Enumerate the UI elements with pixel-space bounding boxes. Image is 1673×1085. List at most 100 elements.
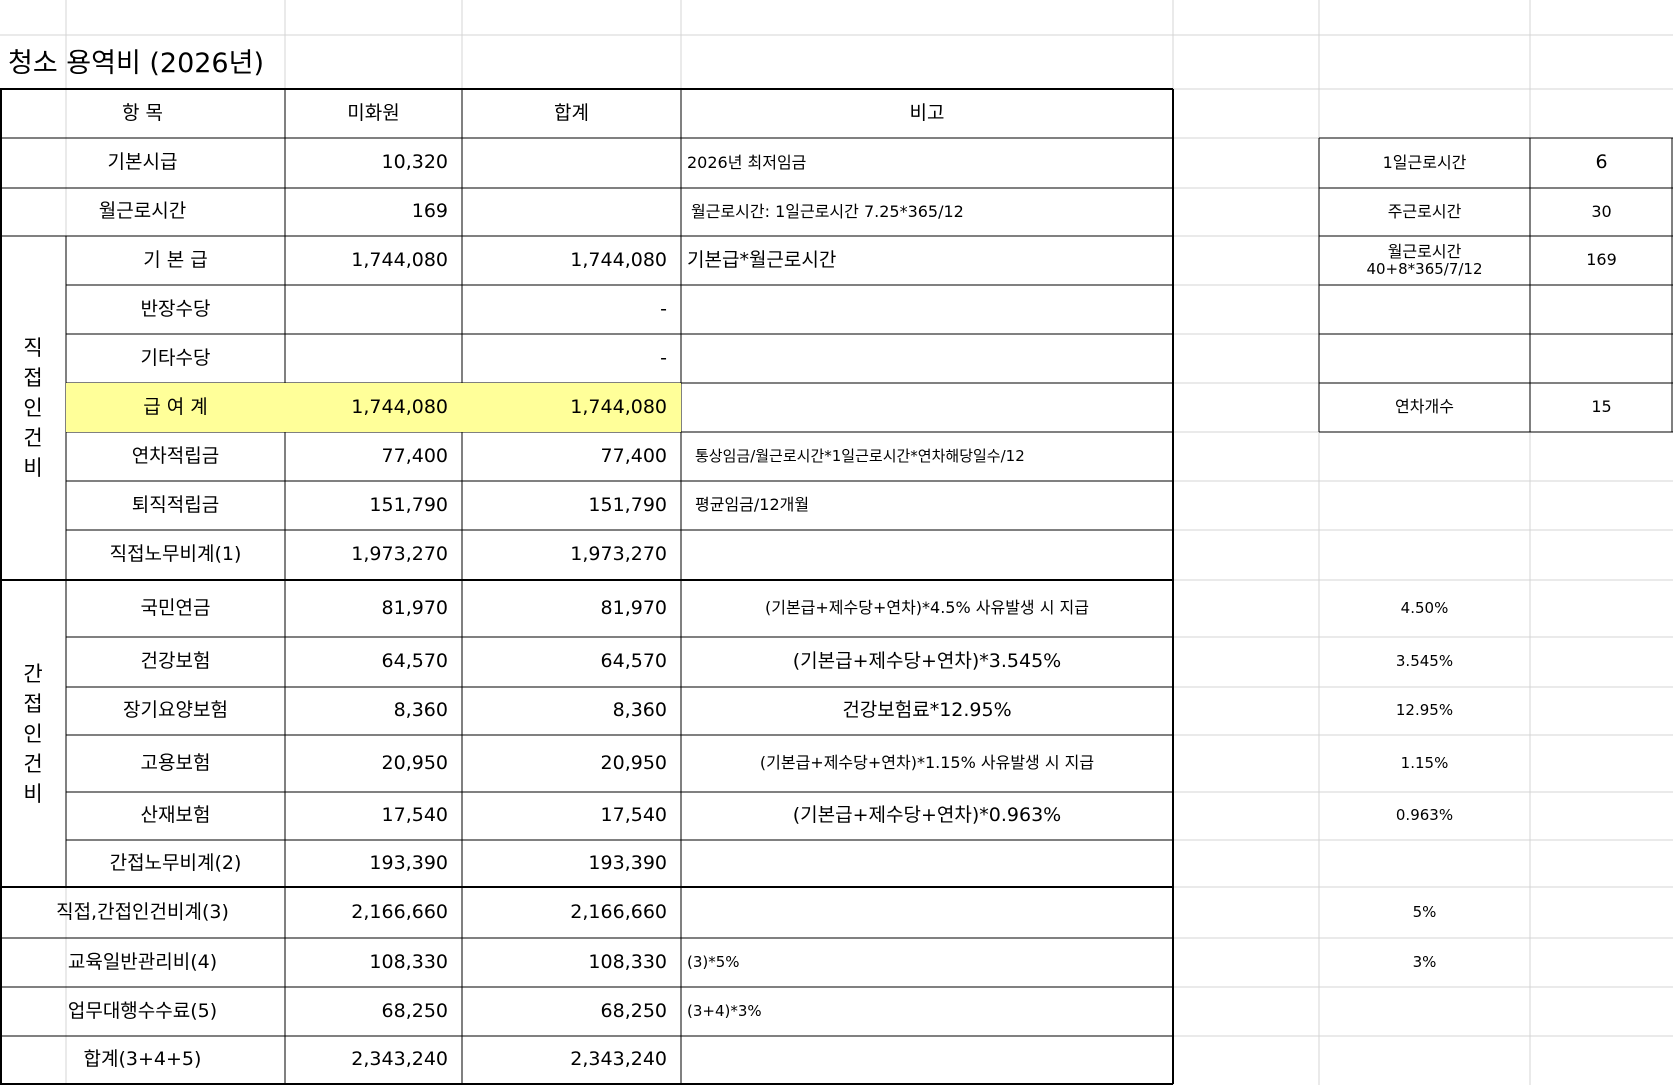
- cell-amount-monthly-hours[interactable]: 169: [285, 188, 462, 236]
- side-label-monthly-hours-title: 월근로시간: [1387, 242, 1462, 262]
- cell-amount-agency-fee[interactable]: 68,250: [285, 987, 462, 1036]
- rate-longterm-care[interactable]: 12.95%: [1319, 687, 1530, 735]
- side-value-daily-hours[interactable]: 6: [1530, 138, 1673, 188]
- group-label-direct-labor: 직 접 인 건 비: [0, 236, 66, 580]
- cell-note-leader-allowance[interactable]: [681, 285, 1173, 334]
- cell-total-salary-total[interactable]: 1,744,080: [462, 383, 681, 432]
- row-label-longterm-care: 장기요양보험: [123, 699, 228, 722]
- cell-note-pension[interactable]: (기본급+제수당+연차)*4.5% 사유발생 시 지급: [681, 580, 1173, 637]
- cell-total-monthly-hours[interactable]: [462, 188, 681, 236]
- cell-total-severance[interactable]: 151,790: [462, 481, 681, 530]
- cell-note-health[interactable]: (기본급+제수당+연차)*3.545%: [681, 637, 1173, 687]
- cell-amount-industrial[interactable]: 17,540: [285, 792, 462, 840]
- cell-note-indirect-total[interactable]: [681, 840, 1173, 887]
- row-label-health: 건강보험: [140, 650, 211, 673]
- side-label-monthly-hours: 월근로시간 40+8*365/7/12: [1319, 236, 1530, 285]
- row-label-direct-total: 직접노무비계(1): [109, 543, 242, 566]
- cell-amount-employment[interactable]: 20,950: [285, 735, 462, 792]
- cell-note-monthly-hours[interactable]: 월근로시간: 1일근로시간 7.25*365/12: [681, 188, 1173, 236]
- header-item: 항 목: [122, 101, 163, 124]
- side-label-daily-hours: 1일근로시간: [1382, 152, 1467, 172]
- row-label-leader-allowance: 반장수당: [140, 297, 211, 320]
- cell-amount-grand-total[interactable]: 2,343,240: [285, 1036, 462, 1084]
- sheet-title: 청소 용역비 (2026년): [8, 48, 264, 80]
- row-label-salary-total: 급 여 계: [66, 383, 285, 432]
- cell-total-admin[interactable]: 108,330: [462, 938, 681, 987]
- group-label-indirect-labor: 간 접 인 건 비: [0, 580, 66, 887]
- cell-amount-pension[interactable]: 81,970: [285, 580, 462, 637]
- cell-amount-other-allowance[interactable]: [285, 334, 462, 383]
- rate-industrial[interactable]: 0.963%: [1319, 792, 1530, 840]
- cell-total-industrial[interactable]: 17,540: [462, 792, 681, 840]
- cell-amount-severance[interactable]: 151,790: [285, 481, 462, 530]
- cell-amount-base-pay[interactable]: 1,744,080: [285, 236, 462, 285]
- row-label-industrial: 산재보험: [140, 804, 211, 827]
- cell-note-other-allowance[interactable]: [681, 334, 1173, 383]
- cell-note-base-pay[interactable]: 기본급*월근로시간: [681, 236, 1173, 285]
- cell-total-longterm-care[interactable]: 8,360: [462, 687, 681, 735]
- rate-admin[interactable]: 3%: [1319, 938, 1530, 987]
- cell-total-other-allowance[interactable]: -: [462, 334, 681, 383]
- row-label-hourly-wage: 기본시급: [107, 151, 178, 174]
- cell-amount-annual-leave[interactable]: 77,400: [285, 432, 462, 481]
- row-label-employment: 고용보험: [140, 751, 211, 774]
- row-label-other-allowance: 기타수당: [140, 346, 211, 369]
- side-value-weekly-hours[interactable]: 30: [1530, 188, 1673, 236]
- cell-note-hourly-wage[interactable]: 2026년 최저임금: [681, 138, 1173, 188]
- cell-note-severance[interactable]: 평균임금/12개월: [681, 481, 1173, 530]
- group-label-direct-text: 직 접 인 건 비: [23, 336, 43, 480]
- cell-amount-salary-total[interactable]: 1,744,080: [285, 383, 462, 432]
- row-label-agency-fee: 업무대행수수료(5): [67, 999, 218, 1022]
- cell-amount-indirect-total[interactable]: 193,390: [285, 840, 462, 887]
- side-label-leave-count: 연차개수: [1395, 397, 1454, 417]
- cell-total-base-pay[interactable]: 1,744,080: [462, 236, 681, 285]
- cell-note-labor-total[interactable]: [681, 887, 1173, 938]
- header-amount: 미화원: [347, 101, 400, 124]
- cell-total-employment[interactable]: 20,950: [462, 735, 681, 792]
- rate-pension[interactable]: 4.50%: [1319, 580, 1530, 637]
- rate-employment[interactable]: 1.15%: [1319, 735, 1530, 792]
- cell-total-leader-allowance[interactable]: -: [462, 285, 681, 334]
- cell-total-indirect-total[interactable]: 193,390: [462, 840, 681, 887]
- cell-note-direct-total[interactable]: [681, 530, 1173, 580]
- cell-note-employment[interactable]: (기본급+제수당+연차)*1.15% 사유발생 시 지급: [681, 735, 1173, 792]
- cell-amount-hourly-wage[interactable]: 10,320: [285, 138, 462, 188]
- rate-health[interactable]: 3.545%: [1319, 637, 1530, 687]
- rate-labor-total[interactable]: 5%: [1319, 887, 1530, 938]
- cell-note-grand-total[interactable]: [681, 1036, 1173, 1084]
- row-label-monthly-hours: 월근로시간: [98, 200, 187, 223]
- cell-note-salary-total[interactable]: [681, 383, 1173, 432]
- side-value-leave-count[interactable]: 15: [1530, 383, 1673, 432]
- row-label-admin: 교육일반관리비(4): [67, 950, 218, 973]
- cell-amount-direct-total[interactable]: 1,973,270: [285, 530, 462, 580]
- cell-total-health[interactable]: 64,570: [462, 637, 681, 687]
- row-label-pension: 국민연금: [140, 596, 211, 619]
- cell-amount-longterm-care[interactable]: 8,360: [285, 687, 462, 735]
- side-label-weekly-hours: 주근로시간: [1387, 201, 1462, 221]
- cell-amount-leader-allowance[interactable]: [285, 285, 462, 334]
- row-label-labor-total: 직접,간접인건비계(3): [56, 900, 229, 923]
- cell-note-annual-leave[interactable]: 통상임금/월근로시간*1일근로시간*연차해당일수/12: [681, 432, 1173, 481]
- cell-total-direct-total[interactable]: 1,973,270: [462, 530, 681, 580]
- cell-amount-health[interactable]: 64,570: [285, 637, 462, 687]
- cell-total-pension[interactable]: 81,970: [462, 580, 681, 637]
- row-label-base-pay: 기 본 급: [143, 248, 208, 271]
- side-value-monthly-hours[interactable]: 169: [1530, 236, 1673, 285]
- cell-total-labor-total[interactable]: 2,166,660: [462, 887, 681, 938]
- cell-total-agency-fee[interactable]: 68,250: [462, 987, 681, 1036]
- cell-total-grand-total[interactable]: 2,343,240: [462, 1036, 681, 1084]
- header-note: 비고: [909, 101, 945, 124]
- cell-total-annual-leave[interactable]: 77,400: [462, 432, 681, 481]
- cell-amount-labor-total[interactable]: 2,166,660: [285, 887, 462, 938]
- cell-note-admin[interactable]: (3)*5%: [681, 938, 1173, 987]
- side-label-monthly-hours-formula: 40+8*365/7/12: [1366, 260, 1483, 279]
- cell-note-longterm-care[interactable]: 건강보험료*12.95%: [681, 687, 1173, 735]
- cell-note-agency-fee[interactable]: (3+4)*3%: [681, 987, 1173, 1036]
- row-label-severance: 퇴직적립금: [131, 493, 220, 516]
- group-label-indirect-text: 간 접 인 건 비: [23, 661, 43, 806]
- cell-note-industrial[interactable]: (기본급+제수당+연차)*0.963%: [681, 792, 1173, 840]
- row-label-annual-leave: 연차적립금: [131, 444, 220, 467]
- cell-amount-admin[interactable]: 108,330: [285, 938, 462, 987]
- row-label-grand-total: 합계(3+4+5): [83, 1048, 202, 1071]
- cell-total-hourly-wage[interactable]: [462, 138, 681, 188]
